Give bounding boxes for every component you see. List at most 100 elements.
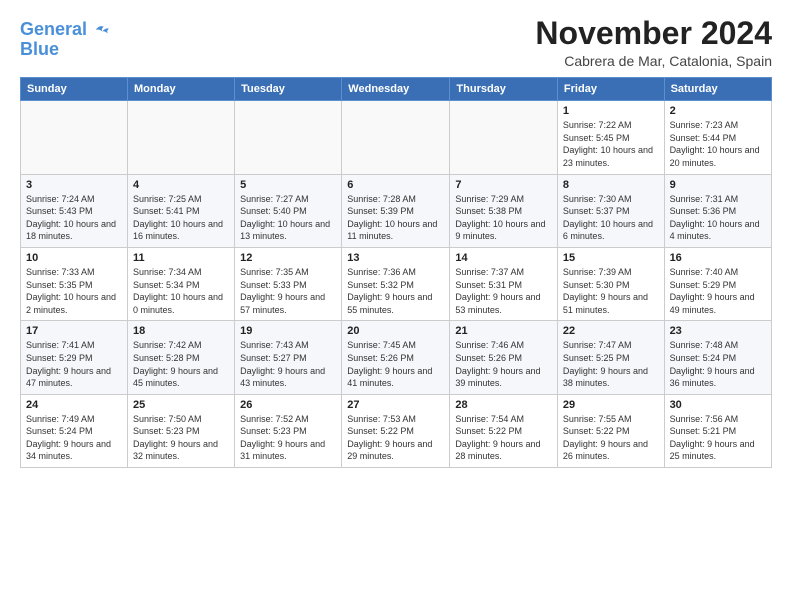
- day-info: Sunrise: 7:25 AMSunset: 5:41 PMDaylight:…: [133, 193, 229, 243]
- calendar-cell: 14 Sunrise: 7:37 AMSunset: 5:31 PMDayligh…: [450, 247, 558, 320]
- day-info: Sunrise: 7:34 AMSunset: 5:34 PMDaylight:…: [133, 266, 229, 316]
- day-number: 28: [455, 399, 552, 411]
- day-info: Sunrise: 7:30 AMSunset: 5:37 PMDaylight:…: [563, 193, 659, 243]
- calendar-cell: 16 Sunrise: 7:40 AMSunset: 5:29 PMDayligh…: [664, 247, 771, 320]
- day-number: 17: [26, 325, 122, 337]
- day-number: 24: [26, 399, 122, 411]
- logo: General Blue: [20, 20, 109, 60]
- title-block: November 2024 Cabrera de Mar, Catalonia,…: [535, 16, 772, 69]
- day-number: 3: [26, 179, 122, 191]
- day-number: 18: [133, 325, 229, 337]
- calendar-cell: 23 Sunrise: 7:48 AMSunset: 5:24 PMDayligh…: [664, 321, 771, 394]
- day-number: 22: [563, 325, 659, 337]
- day-number: 9: [670, 179, 766, 191]
- calendar-cell: 27 Sunrise: 7:53 AMSunset: 5:22 PMDayligh…: [342, 394, 450, 467]
- calendar-cell: 26 Sunrise: 7:52 AMSunset: 5:23 PMDayligh…: [235, 394, 342, 467]
- day-info: Sunrise: 7:46 AMSunset: 5:26 PMDaylight:…: [455, 339, 552, 389]
- day-number: 20: [347, 325, 444, 337]
- day-number: 13: [347, 252, 444, 264]
- day-info: Sunrise: 7:37 AMSunset: 5:31 PMDaylight:…: [455, 266, 552, 316]
- calendar-cell: 20 Sunrise: 7:45 AMSunset: 5:26 PMDayligh…: [342, 321, 450, 394]
- logo-bird-icon: [89, 20, 109, 40]
- day-number: 14: [455, 252, 552, 264]
- day-number: 15: [563, 252, 659, 264]
- calendar-cell: 3 Sunrise: 7:24 AMSunset: 5:43 PMDaylight…: [21, 174, 128, 247]
- calendar-cell: 9 Sunrise: 7:31 AMSunset: 5:36 PMDaylight…: [664, 174, 771, 247]
- day-number: 11: [133, 252, 229, 264]
- day-info: Sunrise: 7:41 AMSunset: 5:29 PMDaylight:…: [26, 339, 122, 389]
- calendar-cell: [128, 101, 235, 174]
- day-number: 4: [133, 179, 229, 191]
- day-info: Sunrise: 7:23 AMSunset: 5:44 PMDaylight:…: [670, 119, 766, 169]
- day-info: Sunrise: 7:39 AMSunset: 5:30 PMDaylight:…: [563, 266, 659, 316]
- day-info: Sunrise: 7:53 AMSunset: 5:22 PMDaylight:…: [347, 413, 444, 463]
- calendar-header-row: Sunday Monday Tuesday Wednesday Thursday…: [21, 78, 772, 101]
- calendar-cell: [21, 101, 128, 174]
- day-info: Sunrise: 7:27 AMSunset: 5:40 PMDaylight:…: [240, 193, 336, 243]
- day-info: Sunrise: 7:35 AMSunset: 5:33 PMDaylight:…: [240, 266, 336, 316]
- day-number: 26: [240, 399, 336, 411]
- day-number: 8: [563, 179, 659, 191]
- location-subtitle: Cabrera de Mar, Catalonia, Spain: [535, 53, 772, 69]
- calendar-cell: 8 Sunrise: 7:30 AMSunset: 5:37 PMDaylight…: [557, 174, 664, 247]
- calendar-cell: 19 Sunrise: 7:43 AMSunset: 5:27 PMDayligh…: [235, 321, 342, 394]
- calendar-cell: 18 Sunrise: 7:42 AMSunset: 5:28 PMDayligh…: [128, 321, 235, 394]
- col-tuesday: Tuesday: [235, 78, 342, 101]
- day-number: 12: [240, 252, 336, 264]
- day-info: Sunrise: 7:52 AMSunset: 5:23 PMDaylight:…: [240, 413, 336, 463]
- day-number: 6: [347, 179, 444, 191]
- calendar-cell: 30Sunrise: 7:56 AMSunset: 5:21 PMDayligh…: [664, 394, 771, 467]
- day-info: Sunrise: 7:43 AMSunset: 5:27 PMDaylight:…: [240, 339, 336, 389]
- day-info: Sunrise: 7:45 AMSunset: 5:26 PMDaylight:…: [347, 339, 444, 389]
- col-wednesday: Wednesday: [342, 78, 450, 101]
- calendar-cell: 22 Sunrise: 7:47 AMSunset: 5:25 PMDayligh…: [557, 321, 664, 394]
- day-number: 7: [455, 179, 552, 191]
- day-info: Sunrise: 7:24 AMSunset: 5:43 PMDaylight:…: [26, 193, 122, 243]
- day-number: 2: [670, 105, 766, 117]
- day-number: 25: [133, 399, 229, 411]
- calendar-week-row-3: 17 Sunrise: 7:41 AMSunset: 5:29 PMDayligh…: [21, 321, 772, 394]
- day-number: 19: [240, 325, 336, 337]
- month-title: November 2024: [535, 16, 772, 51]
- calendar-week-row-1: 3 Sunrise: 7:24 AMSunset: 5:43 PMDaylight…: [21, 174, 772, 247]
- col-saturday: Saturday: [664, 78, 771, 101]
- day-info: Sunrise: 7:33 AMSunset: 5:35 PMDaylight:…: [26, 266, 122, 316]
- page: General Blue November 2024 Cabrera de Ma…: [0, 0, 792, 612]
- calendar-cell: 12 Sunrise: 7:35 AMSunset: 5:33 PMDayligh…: [235, 247, 342, 320]
- day-info: Sunrise: 7:40 AMSunset: 5:29 PMDaylight:…: [670, 266, 766, 316]
- calendar-cell: [342, 101, 450, 174]
- day-info: Sunrise: 7:54 AMSunset: 5:22 PMDaylight:…: [455, 413, 552, 463]
- day-info: Sunrise: 7:31 AMSunset: 5:36 PMDaylight:…: [670, 193, 766, 243]
- calendar-cell: 13 Sunrise: 7:36 AMSunset: 5:32 PMDayligh…: [342, 247, 450, 320]
- day-info: Sunrise: 7:42 AMSunset: 5:28 PMDaylight:…: [133, 339, 229, 389]
- day-number: 29: [563, 399, 659, 411]
- day-info: Sunrise: 7:36 AMSunset: 5:32 PMDaylight:…: [347, 266, 444, 316]
- calendar-week-row-0: 1Sunrise: 7:22 AMSunset: 5:45 PMDaylight…: [21, 101, 772, 174]
- calendar-cell: 21Sunrise: 7:46 AMSunset: 5:26 PMDayligh…: [450, 321, 558, 394]
- calendar-cell: 15 Sunrise: 7:39 AMSunset: 5:30 PMDayligh…: [557, 247, 664, 320]
- calendar-cell: 5Sunrise: 7:27 AMSunset: 5:40 PMDaylight…: [235, 174, 342, 247]
- day-info: Sunrise: 7:28 AMSunset: 5:39 PMDaylight:…: [347, 193, 444, 243]
- calendar-cell: 24Sunrise: 7:49 AMSunset: 5:24 PMDayligh…: [21, 394, 128, 467]
- day-info: Sunrise: 7:56 AMSunset: 5:21 PMDaylight:…: [670, 413, 766, 463]
- day-info: Sunrise: 7:29 AMSunset: 5:38 PMDaylight:…: [455, 193, 552, 243]
- day-number: 23: [670, 325, 766, 337]
- day-number: 27: [347, 399, 444, 411]
- day-number: 1: [563, 105, 659, 117]
- logo-line1: General: [20, 19, 87, 39]
- calendar-cell: [235, 101, 342, 174]
- day-info: Sunrise: 7:48 AMSunset: 5:24 PMDaylight:…: [670, 339, 766, 389]
- calendar-cell: 17 Sunrise: 7:41 AMSunset: 5:29 PMDayligh…: [21, 321, 128, 394]
- calendar-cell: 29Sunrise: 7:55 AMSunset: 5:22 PMDayligh…: [557, 394, 664, 467]
- logo-text: General: [20, 20, 87, 40]
- col-monday: Monday: [128, 78, 235, 101]
- calendar-table: Sunday Monday Tuesday Wednesday Thursday…: [20, 77, 772, 468]
- col-friday: Friday: [557, 78, 664, 101]
- header-section: General Blue November 2024 Cabrera de Ma…: [20, 16, 772, 69]
- calendar-cell: 6 Sunrise: 7:28 AMSunset: 5:39 PMDaylight…: [342, 174, 450, 247]
- calendar-cell: 10Sunrise: 7:33 AMSunset: 5:35 PMDayligh…: [21, 247, 128, 320]
- day-info: Sunrise: 7:50 AMSunset: 5:23 PMDaylight:…: [133, 413, 229, 463]
- day-number: 16: [670, 252, 766, 264]
- day-info: Sunrise: 7:47 AMSunset: 5:25 PMDaylight:…: [563, 339, 659, 389]
- calendar-cell: 1Sunrise: 7:22 AMSunset: 5:45 PMDaylight…: [557, 101, 664, 174]
